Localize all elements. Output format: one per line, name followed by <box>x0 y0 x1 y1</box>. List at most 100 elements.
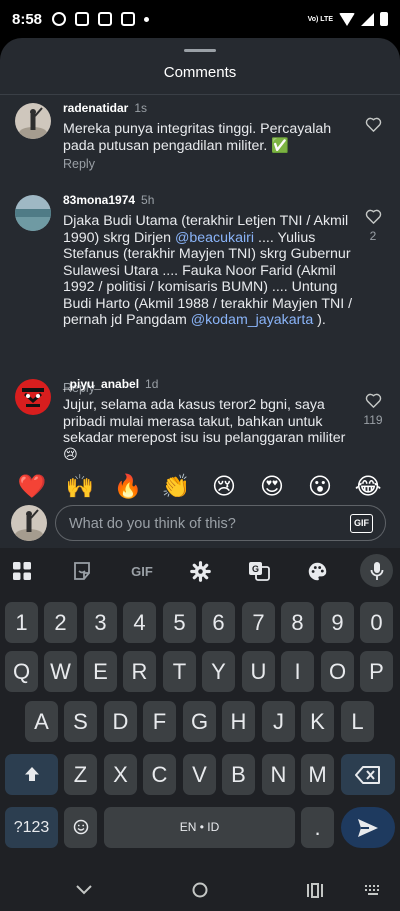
comment-time: 5h <box>141 193 155 207</box>
app-notification-icon <box>75 12 90 26</box>
key-t[interactable]: T <box>163 651 196 692</box>
key-l[interactable]: L <box>341 701 374 742</box>
recents-icon[interactable] <box>301 876 329 904</box>
emoji-surprised-button[interactable]: 😮 <box>302 472 338 500</box>
comment-composer: What do you think of this? GIF <box>0 503 400 548</box>
key-6[interactable]: 6 <box>202 602 235 643</box>
key-d[interactable]: D <box>104 701 137 742</box>
divider <box>0 94 400 95</box>
apps-grid-icon[interactable] <box>10 560 34 582</box>
comment-item: _piyu_anabel 1d Jujur, selama ada kasus t… <box>0 377 400 467</box>
soft-keyboard: GIF G 1 2 3 4 5 6 7 8 9 0 Q W E R T Y U … <box>0 548 400 868</box>
space-bar[interactable]: EN • ID <box>104 807 295 848</box>
key-a[interactable]: A <box>25 701 58 742</box>
key-z[interactable]: Z <box>64 754 97 795</box>
comment-header: 83mona1974 5h <box>63 193 154 207</box>
comment-input[interactable]: What do you think of this? GIF <box>55 505 386 541</box>
key-7[interactable]: 7 <box>242 602 275 643</box>
like-count: 119 <box>363 413 383 427</box>
sticker-icon[interactable] <box>70 560 94 582</box>
like-button[interactable]: 119 <box>362 392 384 427</box>
key-o[interactable]: O <box>321 651 354 692</box>
emoji-clap-button[interactable]: 👏 <box>158 472 194 500</box>
key-b[interactable]: B <box>222 754 255 795</box>
key-x[interactable]: X <box>104 754 137 795</box>
key-i[interactable]: I <box>281 651 314 692</box>
drag-handle[interactable] <box>184 49 216 52</box>
signal-icon <box>361 12 374 26</box>
backspace-key[interactable] <box>341 754 395 795</box>
comment-header: radenatidar 1s <box>63 101 147 115</box>
key-e[interactable]: E <box>84 651 117 692</box>
like-button[interactable]: 2 <box>362 208 384 243</box>
key-9[interactable]: 9 <box>321 602 354 643</box>
like-count: 2 <box>369 229 377 243</box>
emoji-heart-button[interactable]: ❤️ <box>14 472 50 500</box>
status-time: 8:58 <box>12 10 43 28</box>
key-2[interactable]: 2 <box>44 602 77 643</box>
period-key[interactable]: . <box>301 807 334 848</box>
gif-button[interactable]: GIF <box>350 514 373 533</box>
heart-outline-icon <box>365 393 381 408</box>
emoji-laughing-button[interactable]: 😂 <box>350 472 386 500</box>
keyboard-switch-icon[interactable] <box>359 876 387 904</box>
back-chevron-icon[interactable] <box>70 876 98 904</box>
navigation-bar <box>0 868 400 911</box>
send-key[interactable] <box>341 807 395 848</box>
key-1[interactable]: 1 <box>5 602 38 643</box>
key-m[interactable]: M <box>301 754 334 795</box>
key-q[interactable]: Q <box>5 651 38 692</box>
instagram-notification-icon-2 <box>121 12 136 26</box>
settings-gear-icon[interactable] <box>188 560 212 582</box>
comment-header: _piyu_anabel 1d <box>63 377 158 391</box>
key-s[interactable]: S <box>64 701 97 742</box>
key-c[interactable]: C <box>143 754 176 795</box>
comment-text: Jujur, selama ada kasus teror2 bgni, say… <box>63 397 346 463</box>
like-button[interactable] <box>362 116 384 132</box>
avatar[interactable] <box>15 195 51 231</box>
emoji-crying-button[interactable]: 😢 <box>206 472 242 500</box>
key-w[interactable]: W <box>44 651 77 692</box>
key-0[interactable]: 0 <box>360 602 393 643</box>
key-5[interactable]: 5 <box>163 602 196 643</box>
theme-palette-icon[interactable] <box>305 560 329 582</box>
key-n[interactable]: N <box>262 754 295 795</box>
shift-key[interactable] <box>5 754 58 795</box>
key-k[interactable]: K <box>301 701 334 742</box>
comment-username[interactable]: _piyu_anabel <box>63 377 139 391</box>
key-8[interactable]: 8 <box>281 602 314 643</box>
comment-username[interactable]: radenatidar <box>63 101 128 115</box>
key-r[interactable]: R <box>123 651 156 692</box>
symbols-key[interactable]: ?123 <box>5 807 58 848</box>
battery-icon <box>380 12 388 26</box>
key-g[interactable]: G <box>183 701 216 742</box>
translate-icon[interactable]: G <box>247 560 271 582</box>
key-j[interactable]: J <box>262 701 295 742</box>
avatar[interactable] <box>15 379 51 415</box>
sheet-title: Comments <box>163 64 237 81</box>
mention-link[interactable]: @beacukairi <box>175 230 254 246</box>
mention-link[interactable]: @kodam_jayakarta <box>191 312 313 328</box>
avatar[interactable] <box>15 103 51 139</box>
key-y[interactable]: Y <box>202 651 235 692</box>
comment-username[interactable]: 83mona1974 <box>63 193 135 207</box>
microphone-icon <box>370 561 383 580</box>
key-4[interactable]: 4 <box>123 602 156 643</box>
key-p[interactable]: P <box>360 651 393 692</box>
emoji-key[interactable] <box>64 807 97 848</box>
comment-text: Djaka Budi Utama (terakhir Letjen TNI / … <box>63 213 353 329</box>
key-u[interactable]: U <box>242 651 275 692</box>
emoji-heart-eyes-button[interactable]: 😍 <box>254 472 290 500</box>
gif-keyboard-button[interactable]: GIF <box>127 560 157 582</box>
heart-outline-icon <box>365 117 381 132</box>
comment-time: 1d <box>145 377 159 391</box>
home-icon[interactable] <box>186 876 214 904</box>
voice-input-button[interactable] <box>360 554 393 587</box>
key-v[interactable]: V <box>183 754 216 795</box>
key-h[interactable]: H <box>222 701 255 742</box>
reply-button[interactable]: Reply <box>63 157 95 171</box>
emoji-fire-button[interactable]: 🔥 <box>110 472 146 500</box>
key-f[interactable]: F <box>143 701 176 742</box>
key-3[interactable]: 3 <box>84 602 117 643</box>
emoji-raised-hands-button[interactable]: 🙌 <box>62 472 98 500</box>
